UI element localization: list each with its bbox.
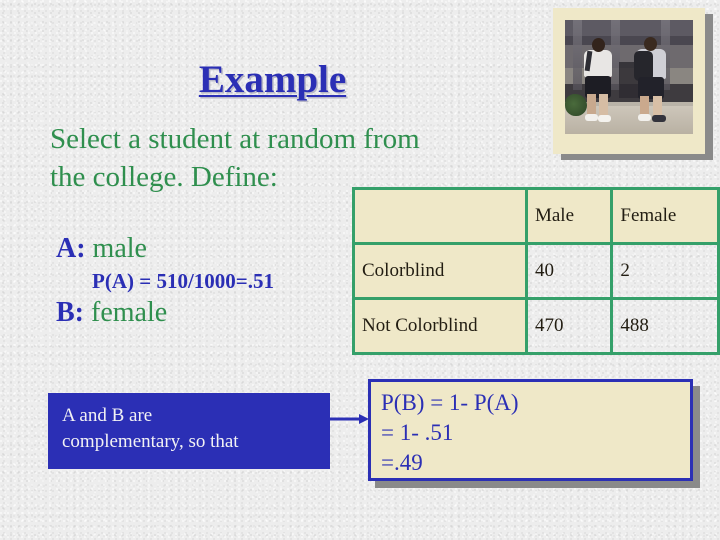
table-header-male: Male bbox=[524, 187, 614, 245]
event-b-line: B: female bbox=[56, 296, 376, 330]
campus-photo-image bbox=[565, 20, 693, 134]
photo-pillar bbox=[573, 20, 582, 90]
photo-shrub bbox=[565, 94, 587, 116]
result-line-1: P(B) = 1- P(A) bbox=[381, 390, 519, 415]
photo-person1-shoe bbox=[598, 115, 611, 122]
photo-person2-shoe bbox=[638, 114, 651, 121]
arrow-right-icon bbox=[329, 414, 369, 424]
callout-line-2: complementary, so that bbox=[62, 431, 239, 452]
table-row: Not Colorblind 470 488 bbox=[352, 297, 720, 355]
event-b-text: female bbox=[91, 297, 168, 328]
photo-person2-head bbox=[644, 37, 657, 51]
event-a-text: male bbox=[92, 233, 147, 264]
event-definitions: A: male P(A) = 510/1000=.51 B: female bbox=[56, 232, 376, 330]
probability-a-line: P(A) = 510/1000=.51 bbox=[92, 269, 274, 293]
photo-person2-leg bbox=[640, 96, 649, 116]
table-header-female: Female bbox=[610, 187, 720, 245]
cell-colorblind-male: 40 bbox=[524, 242, 614, 300]
photo-person1-leg bbox=[599, 94, 608, 116]
slide-canvas: Example Select a student at random from … bbox=[0, 0, 720, 540]
row-label-not-colorblind: Not Colorblind bbox=[352, 297, 528, 355]
table-header-row: Male Female bbox=[352, 187, 720, 245]
cell-not-colorblind-male: 470 bbox=[524, 297, 614, 355]
photo-person2-shoe bbox=[652, 115, 666, 122]
table-corner-cell bbox=[352, 187, 528, 245]
photo-person1-leg bbox=[587, 94, 596, 116]
slide-title: Example bbox=[198, 58, 347, 101]
result-box: P(B) = 1- P(A) = 1- .51 =.49 bbox=[368, 379, 693, 481]
table-row: Colorblind 40 2 bbox=[352, 242, 720, 300]
event-a-line: A: male bbox=[56, 232, 376, 266]
cell-not-colorblind-female: 488 bbox=[610, 297, 720, 355]
colorblindness-table-wrapper: Male Female Colorblind 40 2 Not Colorbli… bbox=[352, 187, 720, 355]
event-a-label: A: bbox=[56, 233, 86, 264]
callout-line-1: A and B are bbox=[62, 405, 153, 426]
result-line-2: = 1- .51 bbox=[381, 420, 454, 445]
intro-line-1: Select a student at random from bbox=[50, 123, 420, 155]
result-line-3: =.49 bbox=[381, 450, 423, 475]
event-b-label: B: bbox=[56, 297, 84, 328]
row-label-colorblind: Colorblind bbox=[352, 242, 528, 300]
complementary-callout-box: A and B are complementary, so that bbox=[48, 393, 330, 469]
photo-person1-head bbox=[592, 38, 605, 52]
photo-person2-leg bbox=[653, 96, 662, 116]
colorblindness-table: Male Female Colorblind 40 2 Not Colorbli… bbox=[352, 187, 720, 355]
photo-frame bbox=[553, 8, 705, 154]
intro-paragraph: Select a student at random from the coll… bbox=[50, 120, 530, 196]
photo-person1-shoe bbox=[585, 114, 598, 121]
cell-colorblind-female: 2 bbox=[610, 242, 720, 300]
